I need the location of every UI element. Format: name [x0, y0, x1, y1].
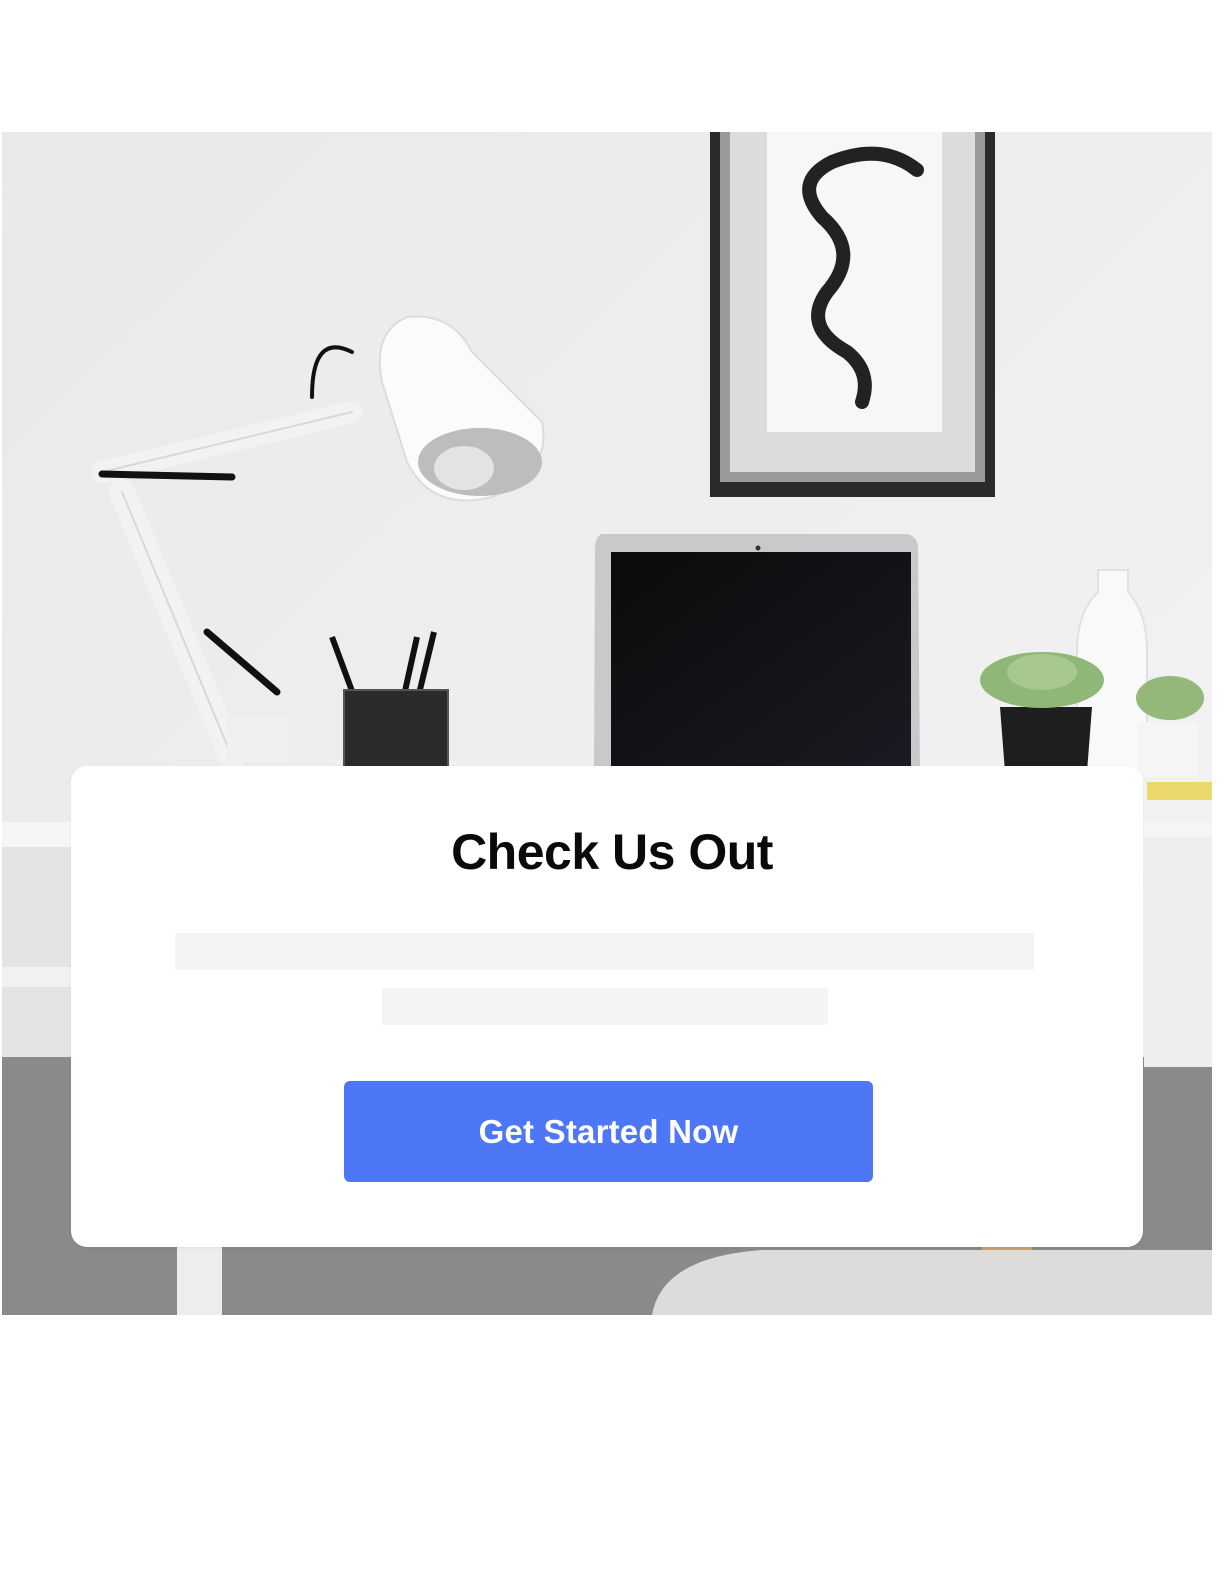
text-placeholder-line	[382, 988, 828, 1025]
get-started-button[interactable]: Get Started Now	[344, 1081, 873, 1182]
framed-art	[710, 132, 995, 497]
laptop	[594, 534, 920, 772]
text-placeholder-line	[175, 933, 1034, 970]
card-title: Check Us Out	[451, 824, 773, 880]
